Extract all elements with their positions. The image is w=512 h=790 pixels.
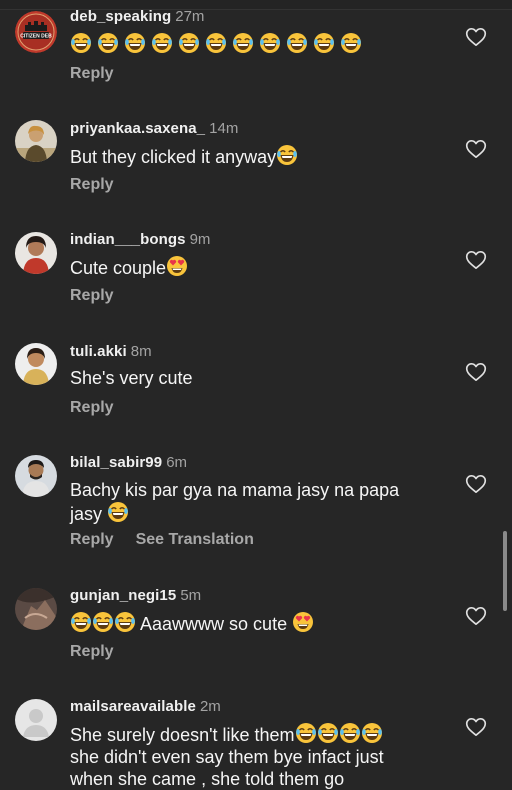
heart-icon[interactable] bbox=[465, 27, 487, 47]
timestamp: 6m bbox=[166, 454, 188, 471]
comment-actions: Reply bbox=[70, 643, 114, 661]
comment-text: Bachy kis par gya na mama jasy na papa j… bbox=[70, 479, 430, 525]
avatar[interactable] bbox=[15, 455, 57, 497]
laughing-emoji-icon bbox=[295, 722, 317, 744]
laughing-emoji-icon bbox=[114, 611, 136, 633]
heart-icon[interactable] bbox=[465, 474, 487, 494]
laughing-emoji-icon bbox=[205, 32, 227, 54]
avatar[interactable] bbox=[15, 699, 57, 741]
reply-button[interactable]: Reply bbox=[70, 176, 114, 193]
laughing-emoji-icon bbox=[361, 722, 383, 744]
citizen-deb-logo-icon: CITIZEN DEB bbox=[15, 11, 57, 53]
laughing-emoji-icon bbox=[70, 611, 92, 633]
timestamp: 9m bbox=[189, 231, 211, 248]
username[interactable]: indian___bongs bbox=[70, 231, 186, 248]
comment-text bbox=[70, 32, 430, 56]
comment-header: priyankaa.saxena_ 14m bbox=[70, 120, 238, 137]
svg-text:CITIZEN DEB: CITIZEN DEB bbox=[20, 34, 52, 40]
reply-button[interactable]: Reply bbox=[70, 65, 114, 82]
heart-icon[interactable] bbox=[465, 250, 487, 270]
comment-text-content: But they clicked it anyway bbox=[70, 147, 277, 167]
avatar[interactable] bbox=[15, 343, 57, 385]
timestamp: 5m bbox=[180, 587, 202, 604]
timestamp: 14m bbox=[209, 120, 239, 137]
comment-text-content: She's very cute bbox=[70, 368, 193, 388]
comment-text: But they clicked it anyway bbox=[70, 144, 430, 168]
comment-text: She's very cute bbox=[70, 367, 430, 389]
heart-icon[interactable] bbox=[465, 362, 487, 382]
laughing-emoji-icon bbox=[178, 32, 200, 54]
comment-text-line: jasy bbox=[70, 501, 430, 525]
see-translation-button[interactable]: See Translation bbox=[136, 531, 254, 548]
laughing-emoji-icon bbox=[124, 32, 146, 54]
heart-eyes-emoji-icon bbox=[166, 255, 188, 277]
comment-actions: Reply bbox=[70, 65, 114, 83]
heart-icon[interactable] bbox=[465, 606, 487, 626]
username[interactable]: mailsareavailable bbox=[70, 698, 196, 715]
comment-text-content: Aaawwww so cute bbox=[140, 614, 288, 634]
heart-eyes-emoji-icon bbox=[292, 611, 314, 633]
comment-text: She surely doesn't like them she didn't … bbox=[70, 722, 430, 790]
username[interactable]: tuli.akki bbox=[70, 343, 127, 360]
timestamp: 8m bbox=[130, 343, 152, 360]
laughing-emoji-icon bbox=[339, 722, 361, 744]
comment-text: Cute couple bbox=[70, 255, 430, 279]
comment-header: deb_speaking 27m bbox=[70, 8, 204, 25]
user-photo-icon bbox=[15, 455, 57, 497]
laughing-emoji-icon bbox=[276, 144, 298, 166]
comment-header: tuli.akki 8m bbox=[70, 343, 152, 360]
comment-text: Aaawwww so cute bbox=[70, 611, 430, 635]
avatar[interactable] bbox=[15, 232, 57, 274]
laughing-emoji-icon bbox=[340, 32, 362, 54]
user-photo-icon bbox=[15, 588, 57, 630]
comment-header: indian___bongs 9m bbox=[70, 231, 210, 248]
timestamp: 2m bbox=[199, 698, 221, 715]
avatar[interactable]: CITIZEN DEB bbox=[15, 11, 57, 53]
timestamp: 27m bbox=[175, 8, 205, 25]
reply-button[interactable]: Reply bbox=[70, 643, 114, 660]
comment-header: bilal_sabir99 6m bbox=[70, 454, 187, 471]
reply-button[interactable]: Reply bbox=[70, 287, 114, 304]
laughing-emoji-icon bbox=[107, 501, 129, 523]
avatar[interactable] bbox=[15, 120, 57, 162]
comment-text-content: Cute couple bbox=[70, 258, 167, 278]
username[interactable]: priyankaa.saxena_ bbox=[70, 120, 205, 137]
comment-text-line: Bachy kis par gya na mama jasy na papa bbox=[70, 480, 400, 500]
username[interactable]: gunjan_negi15 bbox=[70, 587, 176, 604]
comment-header: gunjan_negi15 5m bbox=[70, 587, 201, 604]
comment-text-line: She surely doesn't like them bbox=[70, 722, 430, 746]
comment-actions: Reply bbox=[70, 176, 114, 194]
reply-button[interactable]: Reply bbox=[70, 531, 114, 548]
comment-text-line: she didn't even say them bye infact just bbox=[70, 747, 384, 767]
laughing-emoji-icon bbox=[259, 32, 281, 54]
user-photo-icon bbox=[15, 343, 57, 385]
username[interactable]: deb_speaking bbox=[70, 8, 171, 25]
comment-actions: Reply bbox=[70, 399, 114, 417]
comment-header: mailsareavailable 2m bbox=[70, 698, 221, 715]
laughing-emoji-icon bbox=[317, 722, 339, 744]
scrollbar[interactable] bbox=[503, 531, 507, 611]
reply-button[interactable]: Reply bbox=[70, 399, 114, 416]
laughing-emoji-icon bbox=[232, 32, 254, 54]
laughing-emoji-icon bbox=[70, 32, 92, 54]
heart-icon[interactable] bbox=[465, 139, 487, 159]
avatar[interactable] bbox=[15, 588, 57, 630]
laughing-emoji-icon bbox=[92, 611, 114, 633]
laughing-emoji-icon bbox=[97, 32, 119, 54]
user-photo-icon bbox=[15, 120, 57, 162]
heart-icon[interactable] bbox=[465, 717, 487, 737]
username[interactable]: bilal_sabir99 bbox=[70, 454, 162, 471]
user-photo-icon bbox=[15, 232, 57, 274]
laughing-emoji-icon bbox=[286, 32, 308, 54]
comment-actions: Reply bbox=[70, 287, 114, 305]
default-user-icon bbox=[15, 699, 57, 741]
laughing-emoji-icon bbox=[151, 32, 173, 54]
comment-actions: Reply See Translation bbox=[70, 531, 254, 549]
laughing-emoji-icon bbox=[313, 32, 335, 54]
